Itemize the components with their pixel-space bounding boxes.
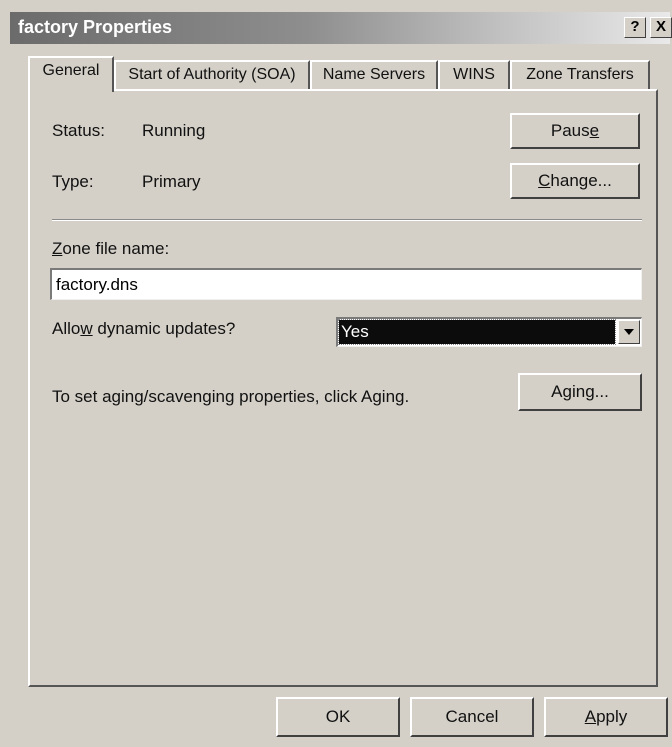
ok-button[interactable]: OK <box>276 697 400 737</box>
dynamic-updates-label: Allow dynamic updates? <box>52 319 236 338</box>
type-value: Primary <box>142 172 201 191</box>
tab-general[interactable]: General <box>28 56 114 92</box>
status-value: Running <box>142 121 206 140</box>
tab-zone-transfers[interactable]: Zone Transfers <box>510 60 650 90</box>
dynamic-updates-select[interactable]: Yes <box>336 317 642 347</box>
general-tab-panel: Status: Running Pause Type: Primary Chan… <box>28 89 658 687</box>
tab-wins[interactable]: WINS <box>438 60 510 90</box>
cancel-button[interactable]: Cancel <box>410 697 534 737</box>
chevron-down-icon[interactable] <box>618 320 640 344</box>
dynamic-updates-selected-value: Yes <box>338 319 616 345</box>
help-button[interactable]: ? <box>624 17 646 38</box>
pause-button[interactable]: Pause <box>510 113 640 149</box>
zone-file-name-input[interactable] <box>50 268 642 300</box>
aging-button[interactable]: Aging... <box>518 373 642 411</box>
zone-file-name-label: Zone file name: <box>52 239 170 258</box>
type-label: Type: <box>52 172 94 191</box>
change-button[interactable]: Change... <box>510 163 640 199</box>
apply-button[interactable]: Apply <box>544 697 668 737</box>
tab-soa[interactable]: Start of Authority (SOA) <box>114 60 310 90</box>
title-bar[interactable]: factory Properties ? X <box>10 12 672 44</box>
tab-strip: General Start of Authority (SOA) Name Se… <box>28 56 658 92</box>
status-label: Status: <box>52 121 105 140</box>
separator <box>52 219 642 221</box>
properties-dialog: factory Properties ? X General Start of … <box>0 0 672 747</box>
close-button[interactable]: X <box>650 17 672 38</box>
aging-description: To set aging/scavenging properties, clic… <box>52 387 410 406</box>
tab-name-servers[interactable]: Name Servers <box>310 60 438 90</box>
window-title: factory Properties <box>18 17 173 37</box>
